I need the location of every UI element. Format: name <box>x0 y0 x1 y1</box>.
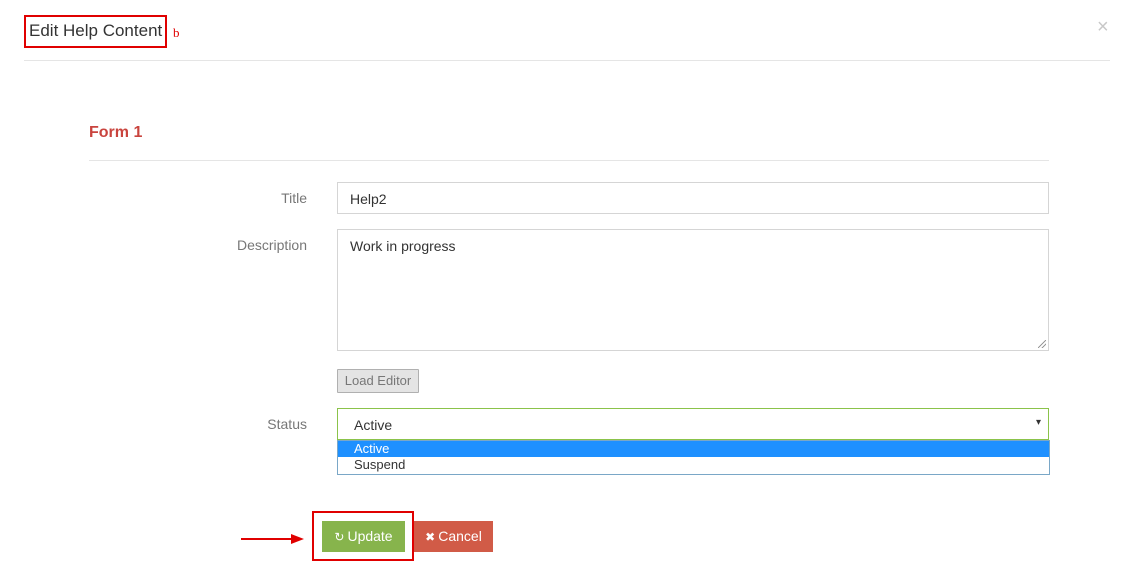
status-select[interactable]: Active ▾ <box>337 408 1049 440</box>
status-dropdown-list: Active Suspend <box>337 440 1050 475</box>
update-button[interactable]: ↻ Update <box>322 521 405 552</box>
status-selected-value: Active <box>354 417 393 433</box>
description-label: Description <box>236 237 307 253</box>
annotation-marker: b <box>173 25 180 40</box>
title-input[interactable]: Help2 <box>337 182 1049 214</box>
load-editor-button[interactable]: Load Editor <box>337 369 419 393</box>
description-textarea[interactable]: Work in progress <box>337 229 1049 351</box>
refresh-icon: ↻ <box>334 530 345 544</box>
modal-title: Edit Help Content <box>29 21 163 40</box>
status-label: Status <box>267 416 307 432</box>
header-divider <box>24 60 1110 61</box>
update-button-label: Update <box>347 528 393 544</box>
title-label: Title <box>281 190 307 206</box>
description-text: Work in progress <box>350 238 456 254</box>
section-divider <box>89 160 1049 161</box>
close-icon[interactable]: × <box>1097 17 1109 37</box>
resize-grip-icon[interactable] <box>1038 340 1046 348</box>
cancel-button-label: Cancel <box>438 528 482 544</box>
chevron-down-icon: ▾ <box>1035 417 1041 428</box>
status-option-suspend[interactable]: Suspend <box>338 457 1049 473</box>
annotation-arrow-icon <box>241 534 304 544</box>
status-option-active[interactable]: Active <box>338 441 1049 457</box>
close-icon: ✖ <box>425 530 436 544</box>
section-title: Form 1 <box>89 124 143 141</box>
cancel-button[interactable]: ✖ Cancel <box>414 521 493 552</box>
